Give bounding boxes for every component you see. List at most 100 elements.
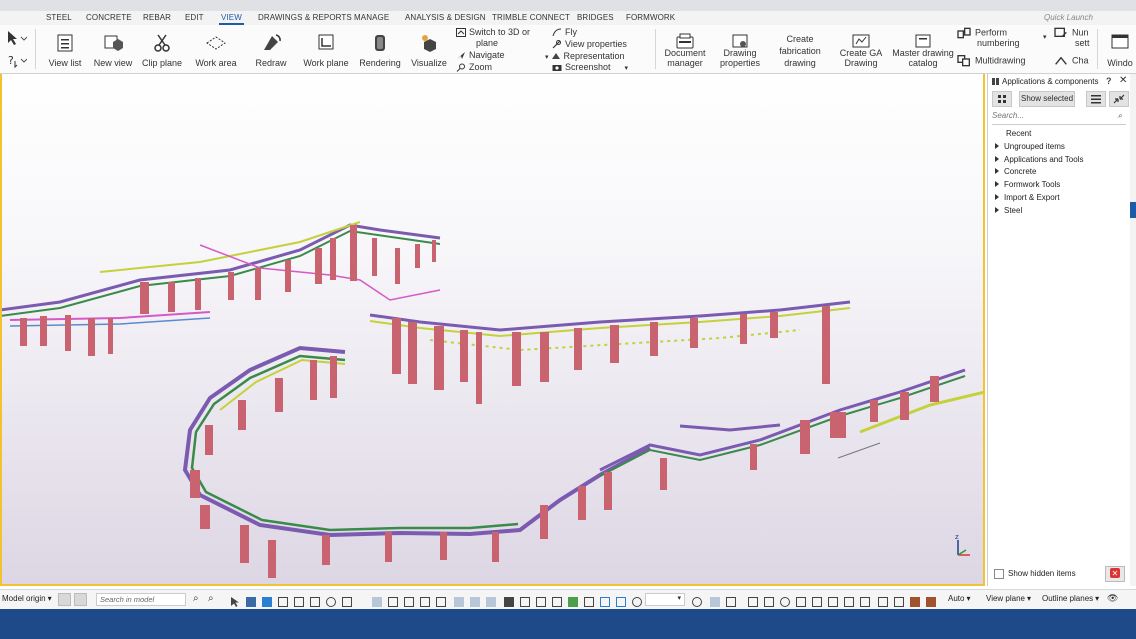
screenshot-button[interactable]: Screenshot ▾	[552, 62, 628, 73]
quick-launch-input[interactable]: Quick Launch	[1044, 13, 1132, 23]
show-selected-button[interactable]: Show selected	[1019, 91, 1075, 107]
show-hidden-items-checkbox[interactable]: Show hidden items	[994, 569, 1076, 579]
snap-icon-9[interactable]	[388, 597, 398, 607]
tree-item-concrete[interactable]: Concrete	[992, 165, 1126, 178]
snap-icon-15[interactable]	[486, 597, 496, 607]
fly-button[interactable]: Fly	[552, 27, 577, 38]
circle-icon[interactable]	[780, 597, 790, 607]
outline-planes-dropdown[interactable]: Outline planes	[1042, 594, 1099, 603]
create-ga-drawing-button[interactable]: Create GA Drawing	[836, 25, 886, 73]
tab-view[interactable]: VIEW	[219, 13, 244, 25]
tab-analysis-design[interactable]: ANALYSIS & DESIGN	[405, 13, 486, 22]
eye-icon[interactable]	[726, 597, 736, 607]
snap-icon-16[interactable]	[504, 597, 514, 607]
zoom-button[interactable]: Zoom	[456, 62, 492, 73]
collapse-button[interactable]	[1109, 91, 1129, 107]
view-list-button[interactable]: View list	[44, 25, 86, 73]
view-properties-button[interactable]: View properties	[552, 39, 627, 50]
navigate-button[interactable]: Navigate	[456, 50, 505, 61]
snap-icon-12[interactable]	[436, 597, 446, 607]
thumbnail-view-button[interactable]	[992, 91, 1012, 107]
select-tool-button[interactable]	[5, 29, 28, 47]
snap-icon-20[interactable]	[568, 597, 578, 607]
model-viewport[interactable]: z	[0, 74, 985, 586]
visualize-button[interactable]: Visualize	[409, 25, 449, 73]
snap-icon-8[interactable]	[372, 597, 382, 607]
tree-item-formwork-tools[interactable]: Formwork Tools	[992, 178, 1126, 191]
angle-icon[interactable]	[828, 597, 838, 607]
snap-icon-6[interactable]	[326, 597, 336, 607]
select-icon[interactable]	[231, 597, 239, 607]
phase-icon[interactable]	[910, 597, 920, 607]
snap-icon-14[interactable]	[470, 597, 480, 607]
master-drawing-catalog-button[interactable]: Master drawing catalog	[892, 25, 954, 73]
cross-icon[interactable]	[812, 597, 822, 607]
snap-icon-3[interactable]	[278, 597, 288, 607]
snap-icon-13[interactable]	[454, 597, 464, 607]
rendering-button[interactable]: Rendering	[358, 25, 402, 73]
tab-rebar[interactable]: REBAR	[143, 13, 171, 22]
change-numbering-button[interactable]: Cha	[1053, 55, 1089, 66]
multidrawing-button[interactable]: Multidrawing	[956, 55, 1026, 67]
switch-3d-plane-button[interactable]: Switch to 3D or	[456, 27, 530, 38]
representation-button[interactable]: ▾ Representation	[545, 51, 625, 62]
snap-icon-5[interactable]	[310, 597, 320, 607]
snap-icon-24[interactable]	[632, 597, 642, 607]
zoom-fit-icon[interactable]: ⌕	[208, 593, 214, 604]
help-icon[interactable]: ?	[1106, 76, 1112, 86]
curve-icon[interactable]	[860, 597, 870, 607]
grid-toggle-icon[interactable]	[74, 593, 87, 606]
tab-drawings-reports[interactable]: DRAWINGS & REPORTS	[258, 13, 352, 22]
hourglass-icon[interactable]	[878, 597, 888, 607]
snap-icon-17[interactable]	[520, 597, 530, 607]
snap-icon-7[interactable]	[342, 597, 352, 607]
tree-item-recent[interactable]: Recent	[992, 127, 1126, 140]
snap-icon-21[interactable]	[584, 597, 594, 607]
cursor-icon[interactable]	[710, 597, 720, 607]
tab-edit[interactable]: EDIT	[185, 13, 204, 22]
work-area-button[interactable]: Work area	[192, 25, 240, 73]
tab-steel[interactable]: STEEL	[46, 13, 72, 22]
tab-manage[interactable]: MANAGE	[354, 13, 389, 22]
search-icon[interactable]: ⌕	[193, 593, 199, 604]
snap-dropdown[interactable]: ▾	[645, 593, 685, 606]
crossbox-icon[interactable]	[748, 597, 758, 607]
auto-dropdown[interactable]: Auto	[948, 594, 970, 603]
snap-icon-23[interactable]	[616, 597, 626, 607]
close-panel-icon[interactable]: ✕	[1119, 75, 1127, 86]
square-icon[interactable]	[764, 597, 774, 607]
tree-item-steel[interactable]: Steel	[992, 204, 1126, 217]
model-origin-dropdown[interactable]: Model origin	[2, 594, 52, 603]
snap-icon-1[interactable]	[246, 597, 256, 607]
create-fabrication-drawing-button[interactable]: Create fabrication drawing	[772, 25, 828, 73]
tab-trimble-connect[interactable]: TRIMBLE CONNECT	[492, 13, 570, 22]
perform-numbering-button[interactable]: Perform	[956, 27, 1007, 39]
snap-icon-18[interactable]	[536, 597, 546, 607]
snap-icon-10[interactable]	[404, 597, 414, 607]
tree-item-applications-tools[interactable]: Applications and Tools	[992, 153, 1126, 166]
new-view-button[interactable]: New view	[92, 25, 134, 73]
measure-icon[interactable]	[894, 597, 904, 607]
visibility-icon[interactable]: 👁	[1107, 593, 1118, 604]
document-manager-button[interactable]: Document manager	[662, 25, 708, 73]
view-plane-dropdown[interactable]: View plane	[986, 594, 1031, 603]
numbering-settings-button[interactable]: Nun	[1053, 27, 1089, 38]
dimension-icon[interactable]	[844, 597, 854, 607]
snap-icon-11[interactable]	[420, 597, 430, 607]
search-icon[interactable]: ⌕	[1118, 111, 1122, 121]
snap-icon-4[interactable]	[294, 597, 304, 607]
redraw-button[interactable]: Redraw	[250, 25, 292, 73]
list-view-button[interactable]	[1086, 91, 1106, 107]
tab-formwork[interactable]: FORMWORK	[626, 13, 675, 22]
target-icon[interactable]	[692, 597, 702, 607]
snap-icon-2[interactable]	[262, 597, 272, 607]
window-button[interactable]: Windo	[1104, 25, 1136, 73]
panel-search-input[interactable]: Search... ⌕	[992, 111, 1126, 125]
snap-icon-19[interactable]	[552, 597, 562, 607]
snap-icon-22[interactable]	[600, 597, 610, 607]
triangle-icon[interactable]	[796, 597, 806, 607]
tree-item-import-export[interactable]: Import & Export	[992, 191, 1126, 204]
search-model-input[interactable]: Search in model	[96, 593, 186, 606]
tab-bridges[interactable]: BRIDGES	[577, 13, 614, 22]
tree-item-ungrouped[interactable]: Ungrouped items	[992, 140, 1126, 153]
